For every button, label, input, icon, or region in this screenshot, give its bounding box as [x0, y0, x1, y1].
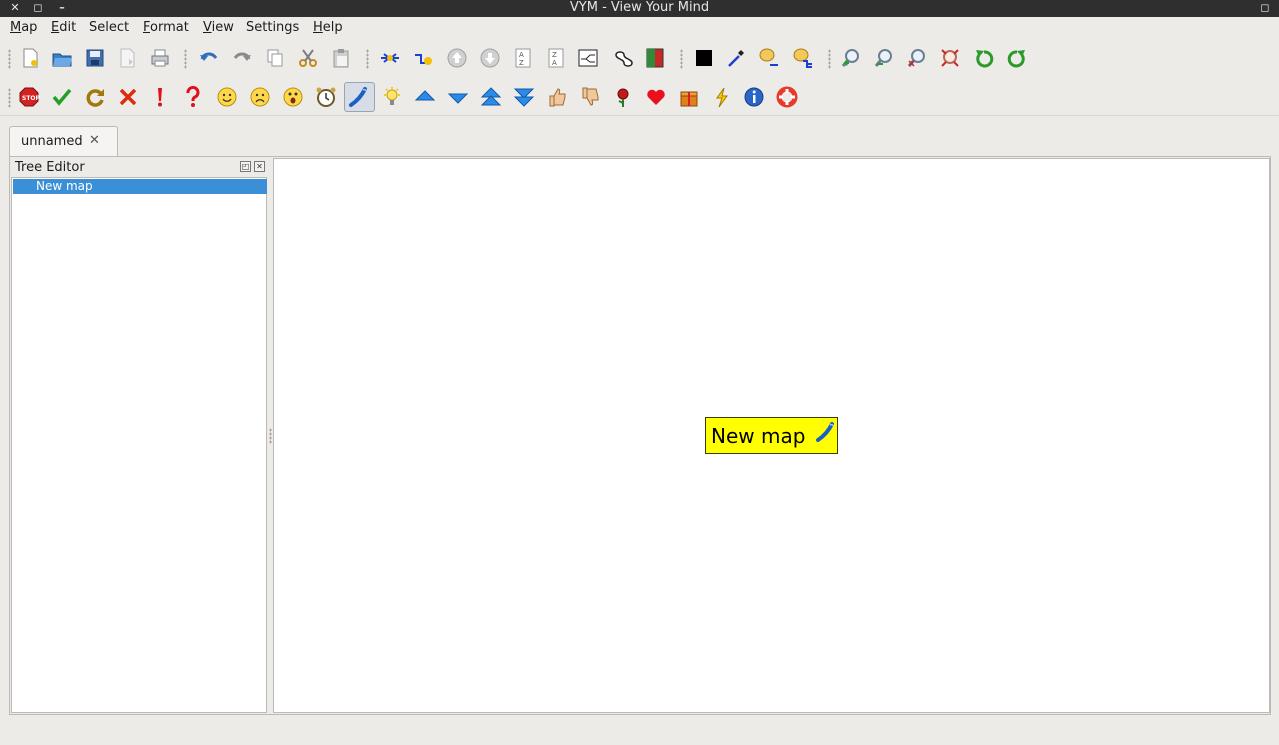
- toolbar-grip[interactable]: [184, 49, 187, 69]
- tree-editor-dock: Tree Editor ◰ ✕ New map: [11, 158, 267, 713]
- thumb-up-flag-icon[interactable]: [543, 83, 571, 111]
- heart-flag-icon[interactable]: [642, 83, 670, 111]
- toolbar-grip[interactable]: [680, 49, 683, 69]
- recurring-flag-icon[interactable]: [81, 83, 109, 111]
- phone-flag-icon[interactable]: [344, 82, 375, 112]
- menu-format[interactable]: Format: [143, 20, 189, 36]
- window-title: VYM - View Your Mind: [569, 0, 710, 15]
- menu-view[interactable]: View: [203, 20, 234, 36]
- print-icon[interactable]: [146, 44, 174, 72]
- toggle-hide-icon[interactable]: [641, 44, 669, 72]
- arrow-down-flag-icon[interactable]: [444, 83, 472, 111]
- menu-map[interactable]: Map: [10, 20, 37, 36]
- color-black-icon[interactable]: [690, 44, 718, 72]
- move-down-icon[interactable]: [476, 44, 504, 72]
- new-map-icon[interactable]: [16, 44, 44, 72]
- stop-flag-icon[interactable]: STOP: [15, 83, 43, 111]
- lifebelt-flag-icon[interactable]: [773, 83, 801, 111]
- save-as-icon[interactable]: [113, 44, 141, 72]
- sort-descending-icon[interactable]: ZA: [542, 44, 570, 72]
- move-up-icon[interactable]: [443, 44, 471, 72]
- toolbar-grip[interactable]: [8, 88, 11, 108]
- flags-toolbar: STOP: [0, 78, 1279, 116]
- window-restore-icon[interactable]: ◻: [1258, 1, 1272, 15]
- svg-text:Z: Z: [519, 59, 524, 67]
- clock-flag-icon[interactable]: [312, 83, 340, 111]
- zoom-reset-icon[interactable]: [903, 44, 931, 72]
- svg-text:STOP: STOP: [22, 95, 40, 102]
- close-tab-icon[interactable]: ✕: [89, 133, 100, 148]
- zoom-out-icon[interactable]: [870, 44, 898, 72]
- double-arrow-up-flag-icon[interactable]: [477, 83, 505, 111]
- info-flag-icon[interactable]: [740, 83, 768, 111]
- map-tabbar: unnamed ✕: [0, 117, 1279, 157]
- redo-icon[interactable]: [228, 44, 256, 72]
- map-canvas[interactable]: New map: [273, 158, 1270, 713]
- smiley-good-icon[interactable]: [213, 83, 241, 111]
- tab-unnamed[interactable]: unnamed ✕: [9, 126, 118, 157]
- rotate-right-icon[interactable]: [1003, 44, 1031, 72]
- tree-editor-title: Tree Editor: [15, 160, 85, 175]
- add-xlink-icon[interactable]: [608, 44, 636, 72]
- smiley-omg-icon[interactable]: [279, 83, 307, 111]
- arrow-up-flag-icon[interactable]: [411, 83, 439, 111]
- add-branch-before-icon[interactable]: [410, 44, 438, 72]
- svg-text:A: A: [519, 51, 524, 59]
- flash-flag-icon[interactable]: [708, 83, 736, 111]
- cut-icon[interactable]: [294, 44, 322, 72]
- pick-color-icon[interactable]: [722, 44, 750, 72]
- menu-settings[interactable]: Settings: [246, 20, 299, 36]
- menu-select[interactable]: Select: [89, 20, 129, 36]
- open-map-icon[interactable]: [48, 44, 76, 72]
- statusbar: [0, 716, 1279, 745]
- menu-help[interactable]: Help: [313, 20, 343, 36]
- menu-edit[interactable]: Edit: [51, 20, 76, 36]
- main-toolbar: AZ ZA: [0, 39, 1279, 77]
- phone-flag-icon: [816, 422, 834, 442]
- copy-icon[interactable]: [261, 44, 289, 72]
- save-map-icon[interactable]: [81, 44, 109, 72]
- zoom-fit-icon[interactable]: [936, 44, 964, 72]
- question-flag-icon[interactable]: [179, 83, 207, 111]
- zoom-in-icon[interactable]: [837, 44, 865, 72]
- tab-label: unnamed: [21, 134, 83, 149]
- tree-row-new-map[interactable]: New map: [13, 179, 267, 194]
- smiley-bad-icon[interactable]: [246, 83, 274, 111]
- central-node-label: New map: [711, 424, 806, 448]
- menubar: Map Edit Select Format View Settings Hel…: [0, 17, 1279, 39]
- toggle-scroll-icon[interactable]: [574, 44, 602, 72]
- tree-editor-list[interactable]: New map: [11, 177, 267, 713]
- dock-close-icon[interactable]: ✕: [254, 161, 265, 172]
- toolbar-grip[interactable]: [8, 49, 11, 69]
- important-flag-icon[interactable]: [146, 83, 174, 111]
- dock-float-icon[interactable]: ◰: [240, 161, 251, 172]
- sort-ascending-icon[interactable]: AZ: [509, 44, 537, 72]
- undo-icon[interactable]: [195, 44, 223, 72]
- add-branch-icon[interactable]: [376, 44, 404, 72]
- format-color-subtree-icon[interactable]: [789, 44, 817, 72]
- window-titlebar: ✕ ◻ – VYM - View Your Mind ◻: [0, 0, 1279, 17]
- double-arrow-down-flag-icon[interactable]: [510, 83, 538, 111]
- ok-flag-icon[interactable]: [48, 83, 76, 111]
- toolbar-grip[interactable]: [828, 49, 831, 69]
- svg-text:Z: Z: [552, 51, 557, 59]
- cross-flag-icon[interactable]: [114, 83, 142, 111]
- tree-row-label: New map: [36, 179, 93, 193]
- paste-icon[interactable]: [327, 44, 355, 72]
- rose-flag-icon[interactable]: [609, 83, 637, 111]
- thumb-down-flag-icon[interactable]: [576, 83, 604, 111]
- format-color-branch-icon[interactable]: [755, 44, 783, 72]
- rotate-left-icon[interactable]: [970, 44, 998, 72]
- lamp-flag-icon[interactable]: [378, 83, 406, 111]
- svg-text:A: A: [552, 59, 557, 67]
- present-flag-icon[interactable]: [675, 83, 703, 111]
- toolbar-grip[interactable]: [366, 49, 369, 69]
- central-node[interactable]: New map: [705, 417, 838, 454]
